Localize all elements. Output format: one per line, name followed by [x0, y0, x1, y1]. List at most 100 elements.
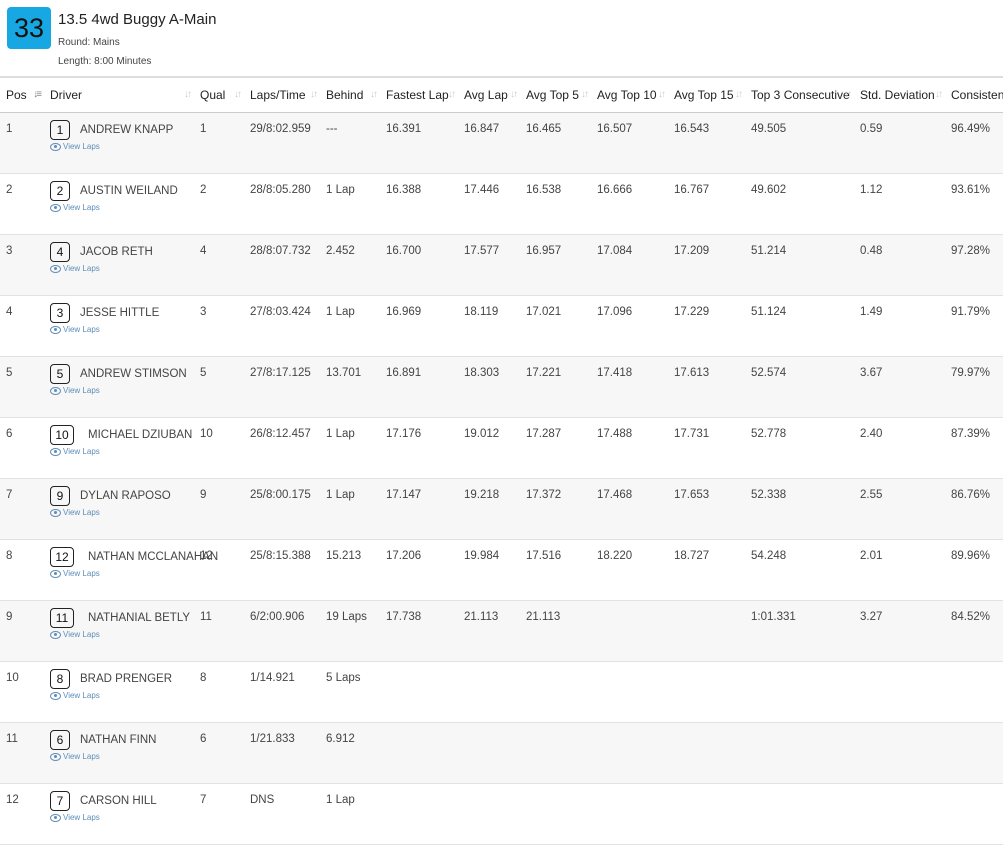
- sort-icon[interactable]: ↓↑: [658, 89, 666, 100]
- sort-asc-icon[interactable]: ↓≡: [33, 89, 42, 100]
- race-title: 13.5 4wd Buggy A-Main: [58, 11, 217, 28]
- view-laps-label: View Laps: [63, 264, 100, 273]
- header-row: Pos ↓≡ Driver ↓↑ Qual ↓↑ Laps/Time ↓↑ Behind…: [0, 76, 1003, 113]
- view-laps-link[interactable]: View Laps: [50, 386, 194, 395]
- behind-cell: 2.452: [320, 234, 380, 296]
- view-laps-link[interactable]: View Laps: [50, 569, 194, 578]
- sort-icon[interactable]: ↓↑: [370, 89, 378, 100]
- view-laps-link[interactable]: View Laps: [50, 264, 194, 273]
- race-number-badge: 33: [7, 7, 51, 49]
- avg-lap-cell: [458, 661, 520, 723]
- sort-icon[interactable]: ↓↑: [448, 89, 456, 100]
- avg-lap-cell: 18.119: [458, 295, 520, 357]
- avg-top15-cell: 16.767: [668, 173, 745, 235]
- race-length: Length: 8:00 Minutes: [58, 56, 152, 67]
- car-number-badge: 10: [50, 425, 74, 445]
- std-deviation-cell: 2.55: [854, 478, 945, 540]
- avg-top15-cell: 16.543: [668, 112, 745, 174]
- col-header-fastest-lap[interactable]: Fastest Lap ↓↑: [380, 76, 458, 113]
- consistency-cell: 96.49%: [945, 112, 1003, 174]
- sort-icon[interactable]: ↓↑: [234, 89, 242, 100]
- col-header-avg-top5[interactable]: Avg Top 5 ↓↑: [520, 76, 591, 113]
- eye-icon: [50, 264, 61, 273]
- eye-icon: [50, 691, 61, 700]
- col-header-behind[interactable]: Behind ↓↑: [320, 76, 380, 113]
- laps-time-cell: 27/8:17.125: [244, 356, 320, 418]
- avg-lap-cell: 16.847: [458, 112, 520, 174]
- driver-line: 2 AUSTIN WEILAND: [50, 181, 194, 201]
- table-row: 10 8 BRAD PRENGER View Laps 8 1/14.921 5 Laps: [0, 661, 1003, 723]
- race-round: Round: Mains: [58, 37, 120, 48]
- consistency-cell: 93.61%: [945, 173, 1003, 235]
- consistency-cell: 79.97%: [945, 356, 1003, 418]
- avg-top5-cell: 21.113: [520, 600, 591, 662]
- col-header-pos[interactable]: Pos ↓≡: [0, 76, 44, 113]
- std-deviation-cell: 1.49: [854, 295, 945, 357]
- top3-consecutive-cell: 51.214: [745, 234, 854, 296]
- top3-consecutive-cell: [745, 783, 854, 845]
- avg-lap-cell: [458, 783, 520, 845]
- sort-icon[interactable]: ↓↑: [581, 89, 589, 100]
- sort-icon[interactable]: ↓↑: [844, 89, 852, 100]
- view-laps-link[interactable]: View Laps: [50, 203, 194, 212]
- qual-cell: 11: [194, 600, 244, 662]
- avg-lap-cell: 19.218: [458, 478, 520, 540]
- car-number-badge: 2: [50, 181, 70, 201]
- sort-icon[interactable]: ↓↑: [184, 89, 192, 100]
- col-header-top3-consecutive[interactable]: Top 3 Consecutive ↓↑: [745, 76, 854, 113]
- col-header-avg-lap[interactable]: Avg Lap ↓↑: [458, 76, 520, 113]
- car-number-badge: 3: [50, 303, 70, 323]
- col-header-std-deviation[interactable]: Std. Deviation ↓↑: [854, 76, 945, 113]
- avg-top5-cell: [520, 661, 591, 723]
- col-header-qual[interactable]: Qual ↓↑: [194, 76, 244, 113]
- car-number-badge: 6: [50, 730, 70, 750]
- avg-top15-cell: [668, 600, 745, 662]
- sort-icon[interactable]: ↓↑: [935, 89, 943, 100]
- consistency-cell: 97.28%: [945, 234, 1003, 296]
- consistency-cell: 89.96%: [945, 539, 1003, 601]
- sort-icon[interactable]: ↓↑: [735, 89, 743, 100]
- col-header-driver[interactable]: Driver ↓↑: [44, 76, 194, 113]
- behind-cell: 1 Lap: [320, 783, 380, 845]
- top3-consecutive-cell: 52.338: [745, 478, 854, 540]
- driver-name: JACOB RETH: [80, 246, 153, 258]
- driver-name: NATHANIAL BETLY: [88, 612, 191, 624]
- col-header-avg-top15[interactable]: Avg Top 15 ↓↑: [668, 76, 745, 113]
- view-laps-link[interactable]: View Laps: [50, 447, 194, 456]
- driver-line: 6 NATHAN FINN: [50, 730, 194, 750]
- col-header-laps-time[interactable]: Laps/Time ↓↑: [244, 76, 320, 113]
- pos-cell: 4: [0, 295, 44, 357]
- fastest-lap-cell: [380, 722, 458, 784]
- car-number-badge: 1: [50, 120, 70, 140]
- sort-icon[interactable]: ↓↑: [310, 89, 318, 100]
- col-header-consistency[interactable]: Consistency: [945, 76, 1003, 113]
- view-laps-link[interactable]: View Laps: [50, 325, 194, 334]
- view-laps-link[interactable]: View Laps: [50, 813, 194, 822]
- sort-icon[interactable]: ↓↑: [510, 89, 518, 100]
- view-laps-label: View Laps: [63, 386, 100, 395]
- avg-top5-cell: 17.516: [520, 539, 591, 601]
- col-header-avg-top10[interactable]: Avg Top 10 ↓↑: [591, 76, 668, 113]
- std-deviation-cell: [854, 661, 945, 723]
- view-laps-link[interactable]: View Laps: [50, 142, 194, 151]
- driver-cell: 3 JESSE HITTLE View Laps: [44, 295, 194, 357]
- driver-cell: 5 ANDREW STIMSON View Laps: [44, 356, 194, 418]
- table-row: 12 7 CARSON HILL View Laps 7 DNS 1 Lap: [0, 783, 1003, 845]
- avg-top10-cell: 17.488: [591, 417, 668, 479]
- car-number-badge: 7: [50, 791, 70, 811]
- view-laps-link[interactable]: View Laps: [50, 508, 194, 517]
- qual-cell: 3: [194, 295, 244, 357]
- view-laps-link[interactable]: View Laps: [50, 752, 194, 761]
- view-laps-label: View Laps: [63, 447, 100, 456]
- laps-time-cell: DNS: [244, 783, 320, 845]
- view-laps-link[interactable]: View Laps: [50, 691, 194, 700]
- pos-cell: 1: [0, 112, 44, 174]
- view-laps-link[interactable]: View Laps: [50, 630, 194, 639]
- avg-lap-cell: 18.303: [458, 356, 520, 418]
- laps-time-cell: 29/8:02.959: [244, 112, 320, 174]
- pos-cell: 8: [0, 539, 44, 601]
- pos-cell: 9: [0, 600, 44, 662]
- driver-name: JESSE HITTLE: [80, 307, 160, 319]
- driver-line: 3 JESSE HITTLE: [50, 303, 194, 323]
- table-row: 5 5 ANDREW STIMSON View Laps 5 27/8:17.125 13.…: [0, 356, 1003, 418]
